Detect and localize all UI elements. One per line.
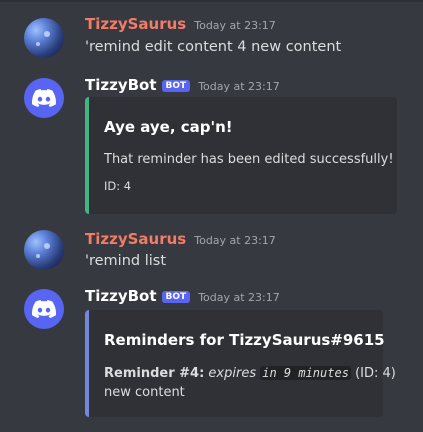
reminder-content: new content <box>104 385 185 400</box>
message-header: TizzySaurus Today at 23:17 <box>85 15 276 33</box>
embed-reminders: Reminders for TizzySaurus#9615 Reminder … <box>85 310 396 417</box>
top-edge <box>0 0 423 2</box>
message-text: 'remind edit content 4 new content <box>85 39 342 55</box>
expires-value: in 9 minutes <box>260 366 351 380</box>
embed-title: Aye aye, cap'n! <box>104 118 233 136</box>
message-header: TizzyBot BOT Today at 23:17 <box>85 76 280 94</box>
embed-description: That reminder has been edited successful… <box>104 152 394 167</box>
avatar-detail <box>36 42 40 46</box>
timestamp[interactable]: Today at 23:17 <box>198 80 280 93</box>
username[interactable]: TizzyBot <box>85 287 157 305</box>
timestamp[interactable]: Today at 23:17 <box>198 291 280 304</box>
message-header: TizzySaurus Today at 23:17 <box>85 230 276 248</box>
embed-footer: ID: 4 <box>104 179 132 193</box>
discord-logo-glyph <box>32 300 56 318</box>
reminder-id: (ID: 4) <box>355 366 396 381</box>
discord-logo-icon[interactable] <box>24 78 64 118</box>
user-avatar-icon[interactable] <box>24 18 64 58</box>
discord-logo-icon[interactable] <box>24 289 64 329</box>
username[interactable]: TizzySaurus <box>85 15 186 33</box>
expires-label: expires <box>208 366 257 381</box>
username[interactable]: TizzyBot <box>85 76 157 94</box>
embed-edited: Aye aye, cap'n! That reminder has been e… <box>85 97 397 214</box>
embed-title: Reminders for TizzySaurus#9615 <box>104 331 385 349</box>
avatar-detail <box>44 243 50 249</box>
bot-badge: BOT <box>161 80 191 92</box>
reminder-line: Reminder #4: expires in 9 minutes (ID: 4… <box>104 366 396 381</box>
username[interactable]: TizzySaurus <box>85 230 186 248</box>
bot-badge: BOT <box>161 291 191 303</box>
avatar-detail <box>44 31 50 37</box>
discord-logo-glyph <box>32 89 56 107</box>
message-text: 'remind list <box>85 253 167 269</box>
avatar-detail <box>36 254 40 258</box>
timestamp[interactable]: Today at 23:17 <box>194 19 276 32</box>
message-header: TizzyBot BOT Today at 23:17 <box>85 287 280 305</box>
timestamp[interactable]: Today at 23:17 <box>194 234 276 247</box>
user-avatar-icon[interactable] <box>24 230 64 270</box>
reminder-label: Reminder #4: <box>104 366 205 381</box>
